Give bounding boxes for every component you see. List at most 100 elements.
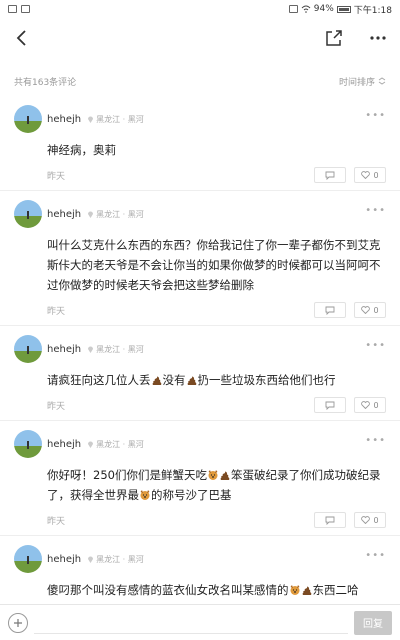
- more-horizontal-icon: [370, 36, 386, 40]
- comment-text: 请疯狂向这几位人丢 没有 扔一些垃圾东西给他们也行: [47, 370, 386, 390]
- like-count: 0: [373, 170, 379, 180]
- dog-face-emoji-icon: [290, 585, 299, 595]
- location-pin-icon: [88, 211, 94, 218]
- location: 黑龙江 · 黑河: [87, 554, 144, 565]
- sort-icon: [378, 77, 386, 85]
- comment-text-part: 傻叼那个叫没有感情的蓝衣仙女改名叫某感情的: [47, 583, 289, 597]
- username[interactable]: hehejh: [47, 554, 81, 565]
- comment-actions: 0: [314, 167, 386, 183]
- location-pin-icon: [88, 441, 94, 448]
- dog-face-emoji-icon: [140, 490, 150, 500]
- comment-list[interactable]: hehejh 黑龙江 · 黑河 ••• 神经病，奥莉 昨天 0 hehejh 黑…: [0, 96, 400, 602]
- location-pin-icon: [88, 346, 94, 353]
- comments-subheader: 共有163条评论 时间排序: [0, 70, 400, 92]
- comment-time: 昨天: [47, 306, 66, 317]
- location-text: 黑龙江 · 黑河: [96, 344, 144, 354]
- reply-bar: 回复: [0, 604, 400, 640]
- attach-button[interactable]: [8, 612, 28, 633]
- location: 黑龙江 · 黑河: [87, 209, 144, 220]
- username[interactable]: hehejh: [47, 209, 81, 220]
- comment-more-icon[interactable]: •••: [365, 340, 386, 351]
- comment-more-icon[interactable]: •••: [365, 110, 386, 121]
- location: 黑龙江 · 黑河: [87, 439, 144, 450]
- avatar[interactable]: [14, 545, 42, 573]
- comment-text-part: 请疯狂向这几位人丢: [47, 373, 151, 387]
- like-count: 0: [373, 515, 379, 525]
- comment-more-icon[interactable]: •••: [365, 550, 386, 561]
- status-left: [8, 5, 30, 13]
- location-pin-icon: [88, 556, 94, 563]
- username[interactable]: hehejh: [47, 114, 81, 125]
- status-right: 94% 下午1:18: [288, 3, 392, 16]
- like-count: 0: [373, 305, 379, 315]
- avatar[interactable]: [14, 200, 42, 228]
- like-button[interactable]: 0: [354, 302, 386, 318]
- clock: 下午1:18: [353, 5, 392, 16]
- comment-header: hehejh 黑龙江 · 黑河: [14, 199, 386, 229]
- comment-actions: 0: [314, 512, 386, 528]
- comment-more-icon[interactable]: •••: [365, 205, 386, 216]
- like-button[interactable]: 0: [354, 397, 386, 413]
- comment-text-part: 你好呀！250们你们是鲜蟹天吃: [47, 468, 207, 482]
- comment-item: hehejh 黑龙江 · 黑河 ••• 神经病，奥莉 昨天 0: [0, 96, 400, 191]
- poop-emoji-icon: [187, 376, 196, 385]
- comment-text-part: 东西二哈: [312, 583, 359, 597]
- comment-icon: [325, 306, 335, 315]
- reply-button[interactable]: 回复: [354, 610, 392, 635]
- dog-face-emoji-icon: [208, 470, 218, 480]
- avatar[interactable]: [14, 335, 42, 363]
- comment-more-icon[interactable]: •••: [365, 435, 386, 446]
- nav-bar: [0, 18, 400, 58]
- reply-comment-button[interactable]: [314, 167, 346, 183]
- comment-text-part: 的称号沙了巴基: [151, 488, 232, 502]
- comment-text: 神经病，奥莉: [47, 143, 116, 157]
- like-button[interactable]: 0: [354, 512, 386, 528]
- comment-icon: [325, 401, 335, 410]
- sort-toggle[interactable]: 时间排序: [339, 75, 386, 88]
- reply-comment-button[interactable]: [314, 512, 346, 528]
- comment-footer: 昨天 0: [47, 295, 386, 325]
- more-button[interactable]: [366, 26, 390, 50]
- wifi-icon: [301, 5, 311, 13]
- status-bar: 94% 下午1:18: [0, 0, 400, 18]
- chevron-left-icon: [16, 30, 26, 46]
- comment-header: hehejh 黑龙江 · 黑河: [14, 429, 386, 459]
- reply-comment-button[interactable]: [314, 397, 346, 413]
- comment-icon: [325, 171, 335, 180]
- comment-text-part: 没有: [162, 373, 186, 387]
- reply-input[interactable]: [34, 612, 348, 634]
- location-text: 黑龙江 · 黑河: [96, 439, 144, 449]
- comment-item: hehejh 黑龙江 · 黑河 ••• 叫什么艾克什么东西的东西？你给我记住了你…: [0, 191, 400, 326]
- comment-count: 共有163条评论: [14, 77, 77, 88]
- mail-icon: [21, 5, 30, 13]
- username[interactable]: hehejh: [47, 439, 81, 450]
- comment-time: 昨天: [47, 401, 66, 412]
- comment-actions: 0: [314, 302, 386, 318]
- avatar[interactable]: [14, 105, 42, 133]
- comment-text-part: 扔一些垃圾东西给他们也行: [197, 373, 336, 387]
- comment-item: hehejh 黑龙江 · 黑河 ••• 傻叼那个叫没有感情的蓝衣仙女改名叫某感情…: [0, 536, 400, 602]
- comment-item: hehejh 黑龙江 · 黑河 ••• 请疯狂向这几位人丢 没有 扔一些垃圾东西给他…: [0, 326, 400, 421]
- comment-actions: 0: [314, 397, 386, 413]
- location-text: 黑龙江 · 黑河: [96, 114, 144, 124]
- reply-comment-button[interactable]: [314, 302, 346, 318]
- comment-text: 你好呀！250们你们是鲜蟹天吃 笨蛋破纪录了你们成功破纪录了，获得全世界最 的称号沙…: [47, 465, 386, 505]
- nav-actions: [322, 26, 390, 50]
- nfc-icon: [288, 5, 298, 13]
- share-icon: [326, 30, 342, 46]
- comment-time: 昨天: [47, 516, 66, 527]
- poop-emoji-icon: [152, 376, 161, 385]
- heart-icon: [361, 516, 371, 524]
- avatar[interactable]: [14, 430, 42, 458]
- share-button[interactable]: [322, 26, 346, 50]
- location: 黑龙江 · 黑河: [87, 344, 144, 355]
- comment-header: hehejh 黑龙江 · 黑河: [14, 544, 386, 574]
- like-button[interactable]: 0: [354, 167, 386, 183]
- comment-time: 昨天: [47, 171, 66, 182]
- sort-label: 时间排序: [338, 77, 375, 88]
- comment-header: hehejh 黑龙江 · 黑河: [14, 334, 386, 364]
- back-button[interactable]: [10, 26, 34, 50]
- username[interactable]: hehejh: [47, 344, 81, 355]
- location-text: 黑龙江 · 黑河: [96, 209, 144, 219]
- comment-text: 叫什么艾克什么东西的东西？你给我记住了你一辈子都伤不到艾克斯佧大的老天爷是不会让…: [47, 238, 381, 292]
